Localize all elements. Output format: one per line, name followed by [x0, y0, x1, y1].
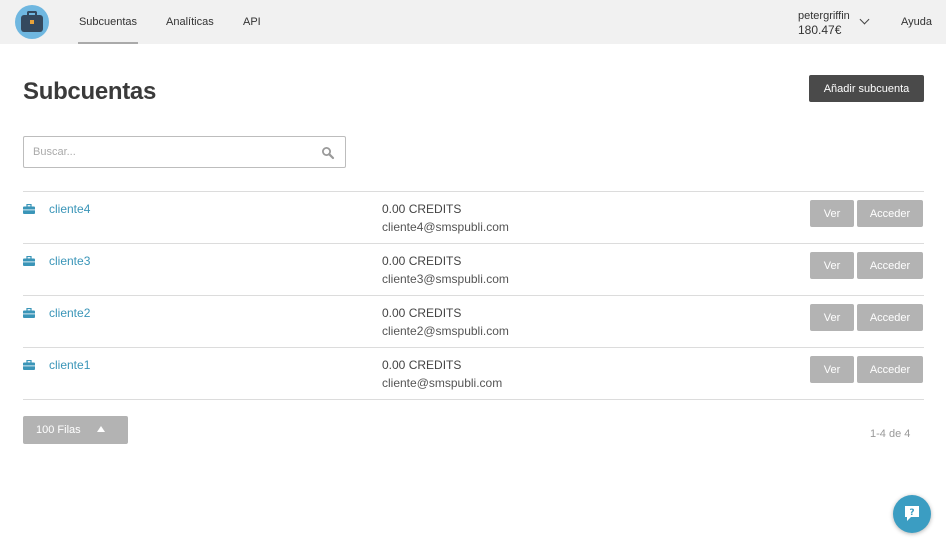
subaccount-name-link[interactable]: cliente1 [49, 358, 90, 372]
subaccount-name-link[interactable]: cliente2 [49, 306, 90, 320]
subaccount-email: cliente@smspubli.com [382, 376, 503, 390]
search-icon[interactable] [321, 146, 335, 160]
briefcase-logo-icon[interactable] [15, 5, 49, 39]
view-button[interactable]: Ver [810, 356, 854, 383]
rows-per-page-select[interactable]: 100 Filas [23, 416, 128, 444]
account-balance: 180.47€ [798, 23, 842, 37]
access-button[interactable]: Acceder [857, 356, 923, 383]
question-chat-icon: ? [905, 506, 919, 521]
briefcase-icon [23, 308, 35, 318]
user-menu[interactable]: petergriffin 180.47€ [798, 9, 850, 37]
subaccount-name-link[interactable]: cliente4 [49, 202, 90, 216]
tab-subcuentas[interactable]: Subcuentas [78, 0, 138, 44]
pagination-info: 1-4 de 4 [870, 428, 911, 440]
help-link[interactable]: Ayuda [901, 0, 932, 44]
briefcase-icon [23, 360, 35, 370]
subaccount-email: cliente4@smspubli.com [382, 220, 509, 234]
subaccount-email: cliente2@smspubli.com [382, 324, 509, 338]
add-subaccount-button[interactable]: Añadir subcuenta [809, 75, 924, 102]
table-row: cliente3 0.00 CREDITS cliente3@smspubli.… [23, 244, 924, 296]
table-row: cliente2 0.00 CREDITS cliente2@smspubli.… [23, 296, 924, 348]
subaccount-credits: 0.00 CREDITS [382, 254, 462, 268]
table-row: cliente1 0.00 CREDITS cliente@smspubli.c… [23, 348, 924, 400]
username: petergriffin [798, 10, 850, 22]
table-row: cliente4 0.00 CREDITS cliente4@smspubli.… [23, 192, 924, 244]
subaccount-name-link[interactable]: cliente3 [49, 254, 90, 268]
view-button[interactable]: Ver [810, 252, 854, 279]
page-title: Subcuentas [23, 78, 157, 105]
top-navigation-bar: Subcuentas Analíticas API petergriffin 1… [0, 0, 946, 44]
subaccount-email: cliente3@smspubli.com [382, 272, 509, 286]
access-button[interactable]: Acceder [857, 200, 923, 227]
search-box [23, 136, 346, 168]
subaccount-credits: 0.00 CREDITS [382, 306, 462, 320]
rows-per-page-label: 100 Filas [36, 424, 81, 436]
tab-analiticas[interactable]: Analíticas [166, 0, 214, 44]
view-button[interactable]: Ver [810, 200, 854, 227]
view-button[interactable]: Ver [810, 304, 854, 331]
help-chat-button[interactable]: ? [893, 495, 931, 533]
svg-text:?: ? [909, 508, 914, 518]
subaccount-credits: 0.00 CREDITS [382, 202, 462, 216]
briefcase-icon [23, 256, 35, 266]
subaccount-list: cliente4 0.00 CREDITS cliente4@smspubli.… [23, 191, 924, 400]
caret-up-icon [97, 426, 105, 432]
briefcase-icon [23, 204, 35, 214]
search-input[interactable] [33, 137, 313, 167]
access-button[interactable]: Acceder [857, 304, 923, 331]
tab-api[interactable]: API [243, 0, 261, 44]
chevron-down-icon[interactable] [859, 14, 870, 25]
access-button[interactable]: Acceder [857, 252, 923, 279]
subaccount-credits: 0.00 CREDITS [382, 358, 462, 372]
